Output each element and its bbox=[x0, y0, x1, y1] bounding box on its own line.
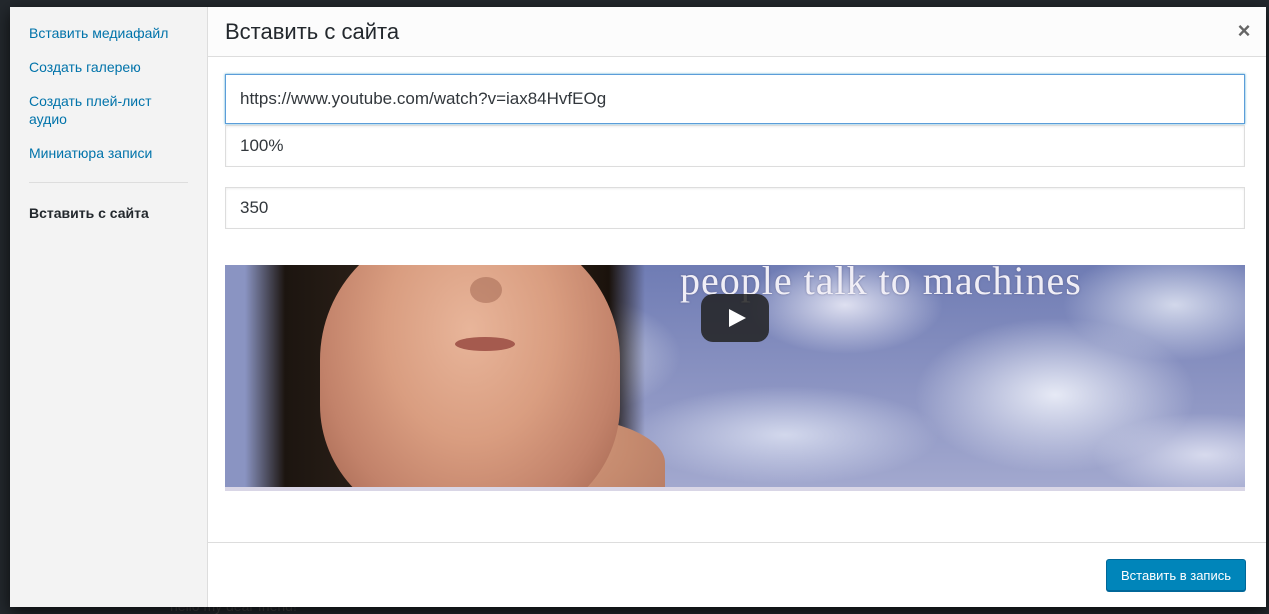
modal-title-bar: Вставить с сайта bbox=[208, 7, 1266, 57]
media-router-menu: Вставить медиафайл Создать галерею Созда… bbox=[10, 7, 208, 607]
menu-item-insert-media[interactable]: Вставить медиафайл bbox=[10, 24, 187, 42]
embed-height-input[interactable] bbox=[225, 187, 1245, 229]
menu-item-insert-from-url[interactable]: Вставить с сайта bbox=[10, 204, 168, 222]
embed-url-input[interactable] bbox=[225, 74, 1245, 124]
modal-title: Вставить с сайта bbox=[225, 19, 400, 44]
close-icon[interactable]: × bbox=[1232, 18, 1256, 43]
play-icon bbox=[728, 309, 746, 327]
video-thumbnail-nose bbox=[470, 277, 502, 303]
menu-item-create-audio-playlist[interactable]: Создать плей-лист аудио bbox=[10, 92, 208, 128]
embed-media-modal: Вставить медиафайл Создать галерею Созда… bbox=[10, 7, 1266, 607]
modal-toolbar: Вставить в запись bbox=[208, 542, 1266, 607]
video-play-button[interactable] bbox=[701, 294, 769, 342]
video-thumbnail-face bbox=[320, 265, 620, 491]
embed-url-content: people talk to machines bbox=[208, 57, 1266, 543]
menu-item-create-gallery[interactable]: Создать галерею bbox=[10, 58, 160, 76]
menu-separator bbox=[29, 182, 188, 183]
menu-item-featured-image[interactable]: Миниатюра записи bbox=[10, 144, 171, 162]
video-embed-preview[interactable]: people talk to machines bbox=[225, 265, 1245, 491]
insert-into-post-button[interactable]: Вставить в запись bbox=[1106, 559, 1246, 591]
embed-width-input[interactable] bbox=[225, 125, 1245, 167]
video-thumbnail-lips bbox=[455, 337, 515, 351]
video-bottom-edge bbox=[225, 487, 1245, 491]
